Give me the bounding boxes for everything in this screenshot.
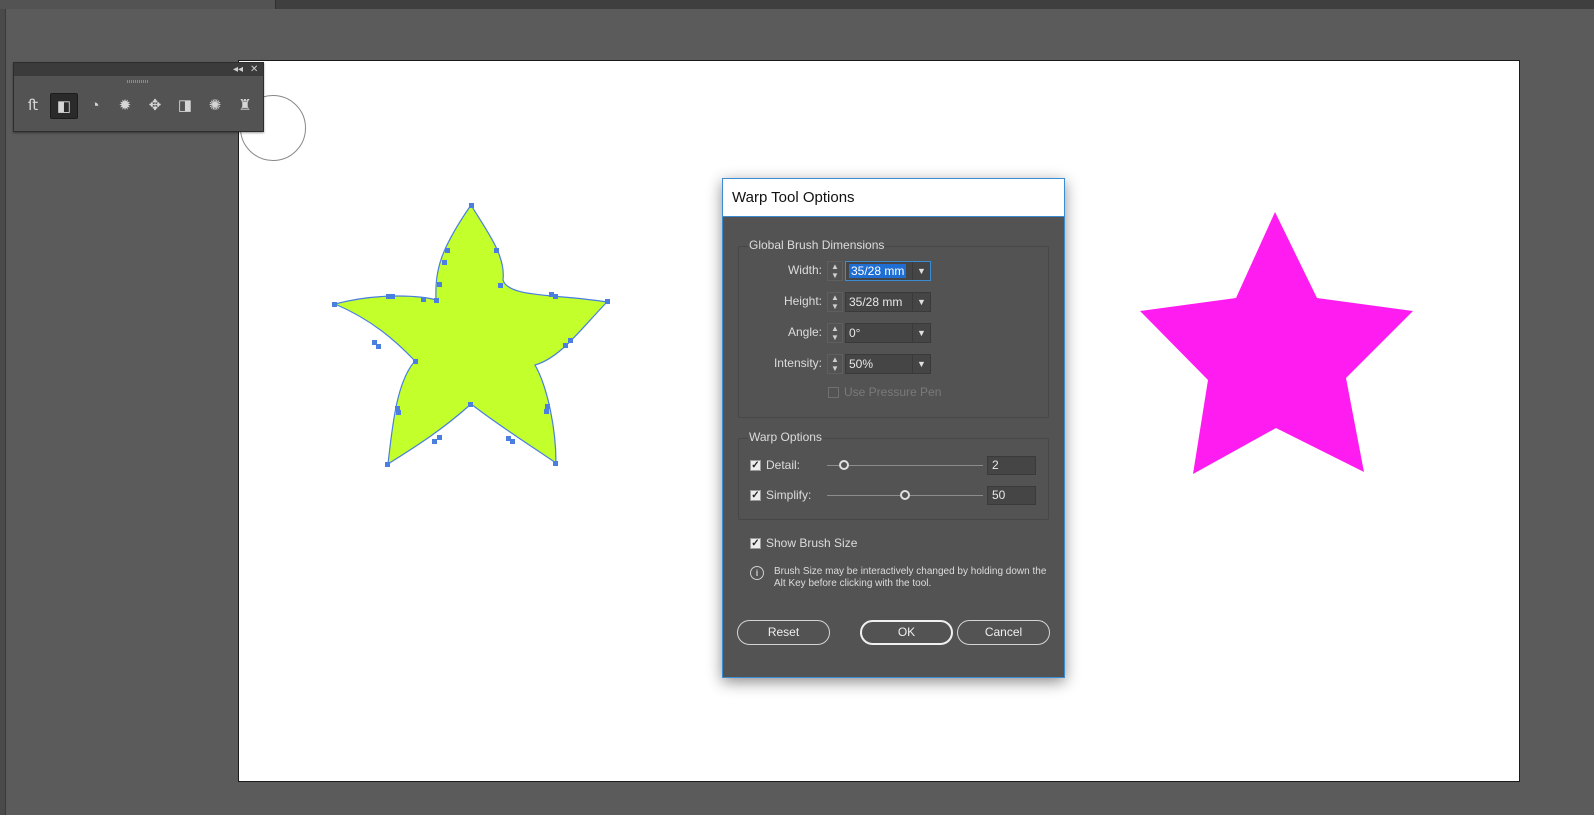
group-title: Global Brush Dimensions — [748, 238, 886, 252]
info-text: Brush Size may be interactively changed … — [774, 566, 1047, 589]
twirl-tool-icon[interactable]: ◔ — [82, 93, 108, 117]
warp-tool-icon[interactable]: ◧ — [50, 93, 78, 119]
show-brush-size-checkbox[interactable]: ✓ — [750, 538, 761, 549]
warp-tool-options-dialog[interactable]: Warp Tool Options Global Brush Dimension… — [722, 178, 1065, 678]
cancel-button[interactable]: Cancel — [957, 620, 1050, 645]
intensity-spinner[interactable]: ▲ ▼ — [827, 354, 843, 374]
height-spinner[interactable]: ▲ ▼ — [827, 292, 843, 312]
intensity-label: Intensity: — [773, 356, 822, 370]
detail-slider-track[interactable] — [827, 465, 983, 466]
magenta-star-shape[interactable] — [1140, 212, 1413, 474]
simplify-value-field[interactable]: 50 — [987, 486, 1036, 505]
chevron-down-icon[interactable]: ▼ — [912, 262, 930, 280]
liquify-tools-panel[interactable]: ◂◂ ✕ ﬅ ◧ ◔ ✹ ✥ ◨ ✺ ♜ — [13, 62, 264, 132]
use-pressure-pen-label: Use Pressure Pen — [844, 385, 942, 399]
angle-spinner[interactable]: ▲ ▼ — [827, 323, 843, 343]
collapse-icon[interactable]: ◂◂ — [233, 63, 243, 76]
magenta-star[interactable] — [1140, 210, 1420, 475]
left-toolbar-edge — [0, 9, 6, 815]
reset-button[interactable]: Reset — [737, 620, 830, 645]
width-spinner[interactable]: ▲ ▼ — [827, 261, 843, 281]
use-pressure-pen-checkbox[interactable] — [828, 387, 839, 398]
simplify-label: Simplify: — [766, 488, 812, 502]
warped-star-path[interactable] — [333, 203, 609, 466]
chevron-down-icon[interactable]: ▼ — [912, 324, 930, 342]
detail-label: Detail: — [766, 458, 801, 472]
angle-field[interactable]: 0° ▼ — [845, 323, 931, 343]
warped-star[interactable] — [330, 200, 630, 480]
info-icon: i — [750, 566, 764, 580]
close-icon[interactable]: ✕ — [250, 63, 258, 76]
crystallize-tool-icon[interactable]: ✺ — [202, 93, 228, 117]
detail-value-field[interactable]: 2 — [987, 456, 1036, 475]
scallop-tool-icon[interactable]: ◨ — [172, 93, 198, 117]
document-tab[interactable] — [0, 0, 276, 9]
dialog-title: Warp Tool Options — [723, 179, 1064, 217]
width-tool-icon[interactable]: ﬅ — [20, 93, 46, 117]
panel-grip[interactable] — [127, 80, 149, 83]
ok-button[interactable]: OK — [860, 620, 953, 645]
width-label: Width: — [787, 263, 822, 277]
chevron-down-icon[interactable]: ▼ — [912, 293, 930, 311]
group-title: Warp Options — [748, 430, 823, 444]
detail-checkbox[interactable]: ✓ — [750, 460, 761, 471]
pucker-tool-icon[interactable]: ✹ — [112, 93, 138, 117]
panel-header[interactable]: ◂◂ ✕ — [14, 63, 263, 76]
warp-options-group: Warp Options — [738, 430, 1049, 520]
top-bar — [0, 0, 1594, 9]
simplify-slider-thumb[interactable] — [899, 490, 910, 500]
intensity-field[interactable]: 50% ▼ — [845, 354, 931, 374]
wrinkle-tool-icon[interactable]: ♜ — [232, 93, 258, 117]
chevron-down-icon[interactable]: ▼ — [912, 355, 930, 373]
height-label: Height: — [783, 294, 822, 308]
simplify-checkbox[interactable]: ✓ — [750, 490, 761, 501]
bloat-tool-icon[interactable]: ✥ — [142, 93, 168, 117]
width-field[interactable]: 35/28 mm ▼ — [845, 261, 931, 281]
height-field[interactable]: 35/28 mm ▼ — [845, 292, 931, 312]
angle-label: Angle: — [787, 325, 822, 339]
show-brush-size-label: Show Brush Size — [766, 536, 858, 550]
